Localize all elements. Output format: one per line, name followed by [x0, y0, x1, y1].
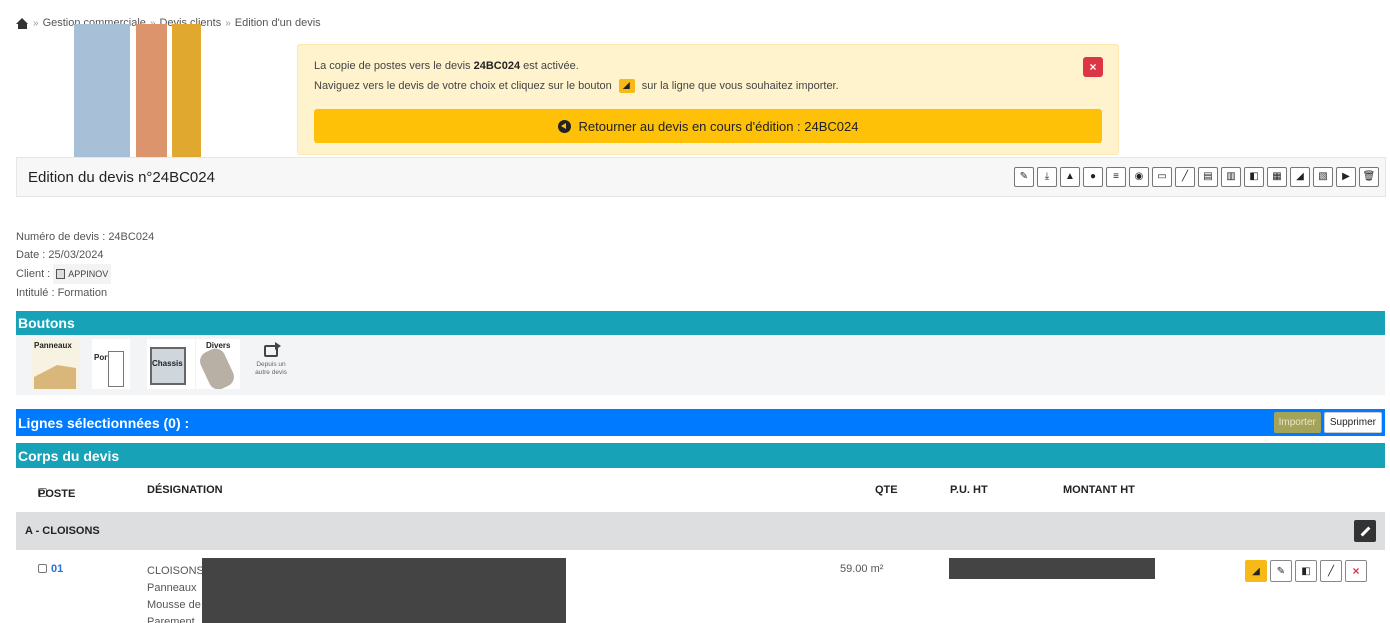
info-intitule: Intitulé : Formation — [16, 287, 108, 299]
tile-divers[interactable]: Divers — [196, 339, 240, 389]
row-actions: ◢ ✎ ◧ ╱ × — [1245, 560, 1367, 582]
row-poste-number: 01 — [51, 563, 64, 575]
section-lignes-selectionnees: Lignes sélectionnées (0) : Importer Supp… — [16, 409, 1385, 436]
panneaux-image — [34, 365, 76, 389]
header-qte: QTE — [875, 484, 898, 496]
warning-icon[interactable]: ▲ — [1060, 167, 1080, 187]
list-icon[interactable]: ≡ — [1106, 167, 1126, 187]
share-icon — [264, 342, 281, 357]
redacted-block — [949, 558, 1155, 579]
table-header: POSTE DÉSIGNATION QTE P.U. HT MONTANT HT — [16, 480, 1385, 500]
alert-line-1: La copie de postes vers le devis 24BC024… — [314, 60, 579, 72]
lignes-title: Lignes sélectionnées (0) : — [18, 414, 190, 431]
decorative-bar-blue — [74, 24, 130, 164]
tile-label: Panneaux — [34, 341, 72, 350]
designation-line: Parement — [147, 616, 195, 623]
info-client: Client : APPINOV — [16, 264, 154, 284]
client-label: Client : — [16, 268, 51, 280]
tile-portes[interactable]: Portes — [92, 339, 130, 389]
tile-panneaux[interactable]: Panneaux — [32, 339, 80, 389]
decorative-bar-gold — [172, 24, 201, 164]
row-poste[interactable]: 01 — [38, 563, 63, 575]
copy-mode-alert: La copie de postes vers le devis 24BC024… — [297, 44, 1119, 155]
info-numero: Numéro de devis : 24BC024 — [16, 231, 155, 243]
home-icon[interactable] — [16, 17, 29, 29]
import-icon — [618, 79, 635, 93]
dashboard-icon[interactable]: ◉ — [1129, 167, 1149, 187]
file-icon[interactable]: ▤ — [1198, 167, 1218, 187]
tile-label: Divers — [206, 341, 231, 350]
client-name: APPINOV — [68, 269, 109, 279]
portes-image — [108, 351, 124, 387]
header-poste-label: POSTE — [38, 488, 76, 500]
header-pu: P.U. HT — [950, 484, 988, 496]
copy-icon[interactable]: ◧ — [1244, 167, 1264, 187]
client-chip[interactable]: APPINOV — [53, 264, 112, 284]
group-title: A - CLOISONS — [25, 525, 100, 537]
designation-line: Panneaux — [147, 582, 197, 594]
alert-text: Naviguez vers le devis de votre choix et… — [314, 80, 612, 92]
file-export-icon[interactable]: ▧ — [1313, 167, 1333, 187]
table-row: 01 CLOISONS Panneaux Mousse de Parement … — [16, 558, 1385, 623]
supprimer-button[interactable]: Supprimer — [1323, 412, 1382, 433]
header-montant: MONTANT HT — [1063, 484, 1135, 496]
group-row: A - CLOISONS — [16, 512, 1385, 550]
comments-icon[interactable]: ● — [1083, 167, 1103, 187]
tile-label: autre devis — [255, 369, 287, 376]
back-to-devis-button[interactable]: Retourner au devis en cours d'édition : … — [314, 109, 1102, 143]
info-date: Date : 25/03/2024 — [16, 249, 104, 261]
tile-label: Depuis un — [256, 361, 286, 368]
alert-text: est activée. — [520, 60, 579, 72]
divers-image — [196, 345, 238, 389]
tile-label: Chassis — [152, 359, 183, 368]
edit-icon[interactable]: ✎ — [1014, 167, 1034, 187]
alert-devis-number: 24BC024 — [473, 60, 521, 72]
file-import-icon[interactable]: ▶ — [1336, 167, 1356, 187]
edition-toolbar: ✎ ⤓ ▲ ● ≡ ◉ ▭ ╱ ▤ ▥ ◧ ▦ ◢ ▧ ▶ 🗑 — [1014, 167, 1379, 187]
breadcrumb-separator: » — [33, 17, 39, 29]
ruler-line-icon[interactable]: ╱ — [1320, 560, 1342, 582]
trash-icon[interactable]: 🗑 — [1359, 167, 1379, 187]
edit-group-icon[interactable] — [1354, 520, 1376, 542]
designation-line: CLOISONS — [147, 565, 204, 577]
breadcrumb-separator: » — [225, 17, 231, 29]
arrow-left-circle-icon — [557, 119, 571, 133]
delete-line-icon[interactable]: × — [1345, 560, 1367, 582]
section-corps-header: Corps du devis — [16, 443, 1385, 468]
edit-line-icon[interactable]: ✎ — [1270, 560, 1292, 582]
send-icon[interactable]: ◢ — [1290, 167, 1310, 187]
lignes-actions: Importer Supprimer — [1273, 412, 1382, 433]
row-checkbox[interactable] — [38, 564, 47, 573]
redacted-block — [202, 558, 566, 623]
breadcrumb: » Gestion commerciale » Devis clients » … — [16, 17, 321, 29]
section-boutons-header: Boutons — [16, 311, 1385, 335]
alert-close-button[interactable]: × — [1083, 57, 1103, 77]
boutons-area: Panneaux Portes Chassis Divers Depuis un… — [16, 335, 1385, 395]
alert-text: sur la ligne que vous souhaitez importer… — [641, 80, 839, 92]
alert-text: La copie de postes vers le devis — [314, 60, 474, 72]
window-icon[interactable]: ▭ — [1152, 167, 1172, 187]
alert-line-2: Naviguez vers le devis de votre choix et… — [314, 79, 839, 93]
tile-depuis-autre-devis[interactable]: Depuis un autre devis — [248, 339, 294, 389]
row-qte: 59.00 m² — [840, 563, 884, 575]
download-icon[interactable]: ⤓ — [1037, 167, 1057, 187]
header-designation: DÉSIGNATION — [147, 484, 223, 496]
designation-line: Mousse de — [147, 599, 201, 611]
decorative-bar-orange — [136, 24, 167, 164]
ruler-icon[interactable]: ╱ — [1175, 167, 1195, 187]
copy-line-icon[interactable]: ◧ — [1295, 560, 1317, 582]
edition-header: Edition du devis n°24BC024 ✎ ⤓ ▲ ● ≡ ◉ ▭… — [16, 157, 1386, 197]
clone-icon[interactable]: ▦ — [1267, 167, 1287, 187]
breadcrumb-current: Edition d'un devis — [234, 17, 321, 29]
file-alt-icon[interactable]: ▥ — [1221, 167, 1241, 187]
page-title: Edition du devis n°24BC024 — [28, 168, 215, 186]
devis-info: Numéro de devis : 24BC024 Date : 25/03/2… — [16, 228, 154, 302]
building-icon — [56, 269, 66, 279]
importer-button[interactable]: Importer — [1273, 412, 1321, 433]
row-designation: CLOISONS Panneaux Mousse de Parement — [147, 563, 204, 623]
import-line-icon[interactable]: ◢ — [1245, 560, 1267, 582]
back-button-label: Retourner au devis en cours d'édition : … — [578, 118, 859, 134]
tile-chassis[interactable]: Chassis — [147, 339, 195, 389]
